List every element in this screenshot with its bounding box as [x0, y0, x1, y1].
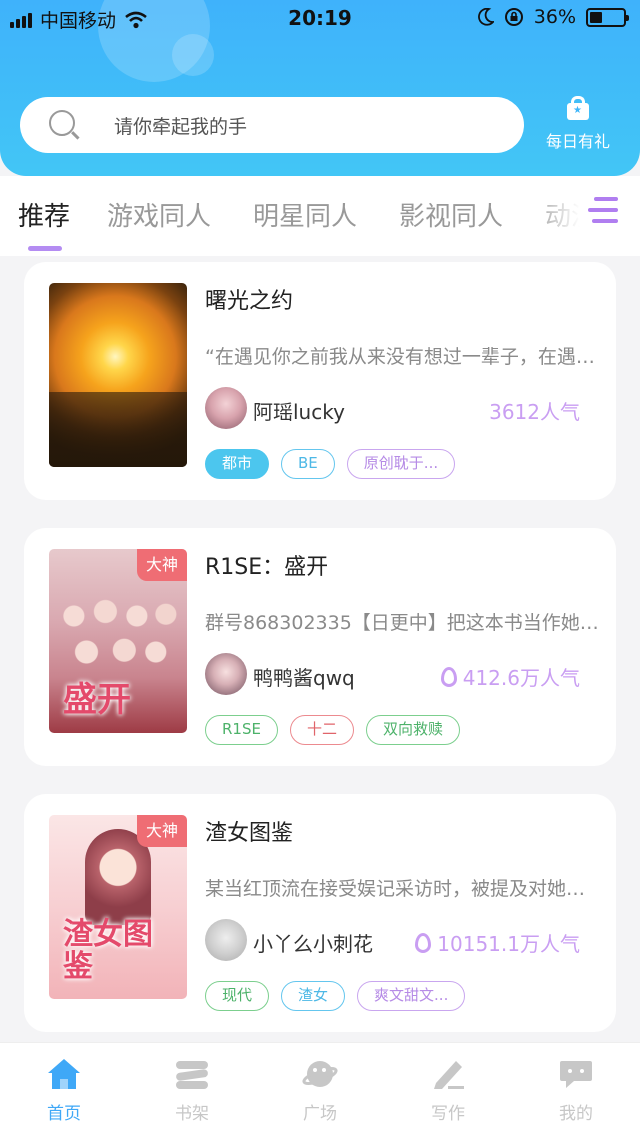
- battery-icon: [586, 7, 629, 27]
- book-description: “在遇见你之前我从来没有想过一辈子，在遇见你之后我从来没有想过离开: [205, 346, 600, 368]
- book-description: 某当红顶流在接受娱记采访时，被提及对她的评价: [205, 878, 600, 900]
- tag[interactable]: 都市: [205, 449, 270, 479]
- popularity: 412.6万人气: [440, 662, 580, 691]
- tab-celebrity-fanfic[interactable]: 明星同人: [253, 196, 357, 233]
- tag[interactable]: R1SE: [205, 715, 278, 745]
- cover-title: 渣女图鉴: [63, 917, 153, 984]
- popularity: 3612人气: [489, 396, 580, 425]
- author-name[interactable]: 鸭鸭酱qwq: [253, 662, 355, 691]
- book-title[interactable]: R1SE：盛开: [205, 549, 328, 581]
- nav-square[interactable]: 广场: [280, 1057, 360, 1124]
- tab-film-fanfic[interactable]: 影视同人: [399, 196, 503, 233]
- book-cover[interactable]: 大神 盛开: [49, 549, 187, 733]
- active-tab-indicator: [28, 246, 62, 251]
- avatar[interactable]: [205, 919, 247, 961]
- author-name[interactable]: 小丫么小刺花: [253, 928, 373, 957]
- tab-fade: [530, 176, 640, 256]
- nav-home-label: 首页: [47, 1104, 81, 1124]
- nav-profile[interactable]: 我的: [536, 1057, 616, 1124]
- gift-icon: ★: [565, 96, 591, 120]
- nav-bookshelf[interactable]: 书架: [152, 1057, 232, 1124]
- tab-recommend[interactable]: 推荐: [18, 196, 70, 233]
- avatar[interactable]: [205, 387, 247, 429]
- planet-icon: [302, 1057, 338, 1091]
- bottom-nav: 首页 书架 广场 写作 我的: [0, 1042, 640, 1139]
- pen-icon: [430, 1057, 466, 1091]
- daily-gift-label: 每日有礼: [545, 132, 610, 151]
- menu-icon[interactable]: [588, 197, 618, 225]
- bookshelf-icon: [174, 1057, 210, 1091]
- daily-gift-button[interactable]: ★ 每日有礼: [538, 96, 618, 156]
- status-badge: 大神: [137, 815, 187, 847]
- decor-bubble: [172, 34, 214, 76]
- tag[interactable]: BE: [281, 449, 335, 479]
- nav-bookshelf-label: 书架: [175, 1104, 209, 1124]
- nav-home[interactable]: 首页: [24, 1057, 104, 1124]
- tag[interactable]: 渣女: [281, 981, 346, 1011]
- popularity-value: 10151.1万人气: [437, 932, 580, 956]
- tag[interactable]: 十二: [289, 715, 354, 745]
- book-card[interactable]: 大神 盛开 R1SE：盛开 群号868302335【日更中】把这本书当作她们的未…: [24, 528, 616, 766]
- cover-title: 盛开: [63, 680, 131, 720]
- book-cover[interactable]: [49, 283, 187, 467]
- nav-profile-label: 我的: [559, 1104, 593, 1124]
- tag[interactable]: 爽文甜文...: [357, 981, 466, 1011]
- nav-write-label: 写作: [431, 1104, 465, 1124]
- status-bar: 中国移动 20:19 36%: [0, 0, 640, 36]
- book-cover[interactable]: 大神 渣女图鉴: [49, 815, 187, 999]
- header: 中国移动 20:19 36% 请你牵起我的手 ★ 每日有礼: [0, 0, 640, 176]
- author-name[interactable]: 阿瑶lucky: [253, 396, 345, 425]
- popularity-value: 412.6万人气: [462, 666, 580, 690]
- flame-icon: [415, 932, 432, 953]
- tag-list: 都市 BE 原创耽于...: [205, 449, 456, 479]
- book-title[interactable]: 曙光之约: [205, 283, 293, 315]
- book-description: 群号868302335【日更中】把这本书当作她们的未来: [205, 612, 600, 634]
- tag-list: R1SE 十二 双向救赎: [205, 715, 460, 745]
- book-card[interactable]: 大神 渣女图鉴 渣女图鉴 某当红顶流在接受娱记采访时，被提及对她的评价 小丫么小…: [24, 794, 616, 1032]
- book-title[interactable]: 渣女图鉴: [205, 815, 293, 847]
- search-placeholder: 请你牵起我的手: [114, 116, 248, 138]
- nav-square-label: 广场: [303, 1104, 337, 1124]
- rotation-lock-icon: [504, 8, 523, 26]
- nav-write[interactable]: 写作: [408, 1057, 488, 1124]
- search-bar[interactable]: 请你牵起我的手: [20, 97, 524, 153]
- search-icon: [49, 110, 75, 136]
- popularity-value: 3612人气: [489, 400, 580, 424]
- tag-list: 现代 渣女 爽文甜文...: [205, 981, 466, 1011]
- popularity: 10151.1万人气: [415, 928, 580, 957]
- battery-percent: 36%: [533, 6, 576, 28]
- moon-icon: [477, 8, 494, 26]
- status-badge: 大神: [137, 549, 187, 581]
- tab-game-fanfic[interactable]: 游戏同人: [107, 196, 211, 233]
- category-tabs: 推荐 游戏同人 明星同人 影视同人 动漫: [0, 176, 640, 256]
- avatar[interactable]: [205, 653, 247, 695]
- home-icon: [46, 1057, 82, 1091]
- tag[interactable]: 原创耽于...: [346, 449, 456, 479]
- flame-icon: [440, 666, 457, 687]
- book-card[interactable]: 曙光之约 “在遇见你之前我从来没有想过一辈子，在遇见你之后我从来没有想过离开 阿…: [24, 262, 616, 500]
- tag[interactable]: 现代: [205, 981, 270, 1011]
- tag[interactable]: 双向救赎: [365, 715, 460, 745]
- chat-bubble-icon: [558, 1057, 594, 1091]
